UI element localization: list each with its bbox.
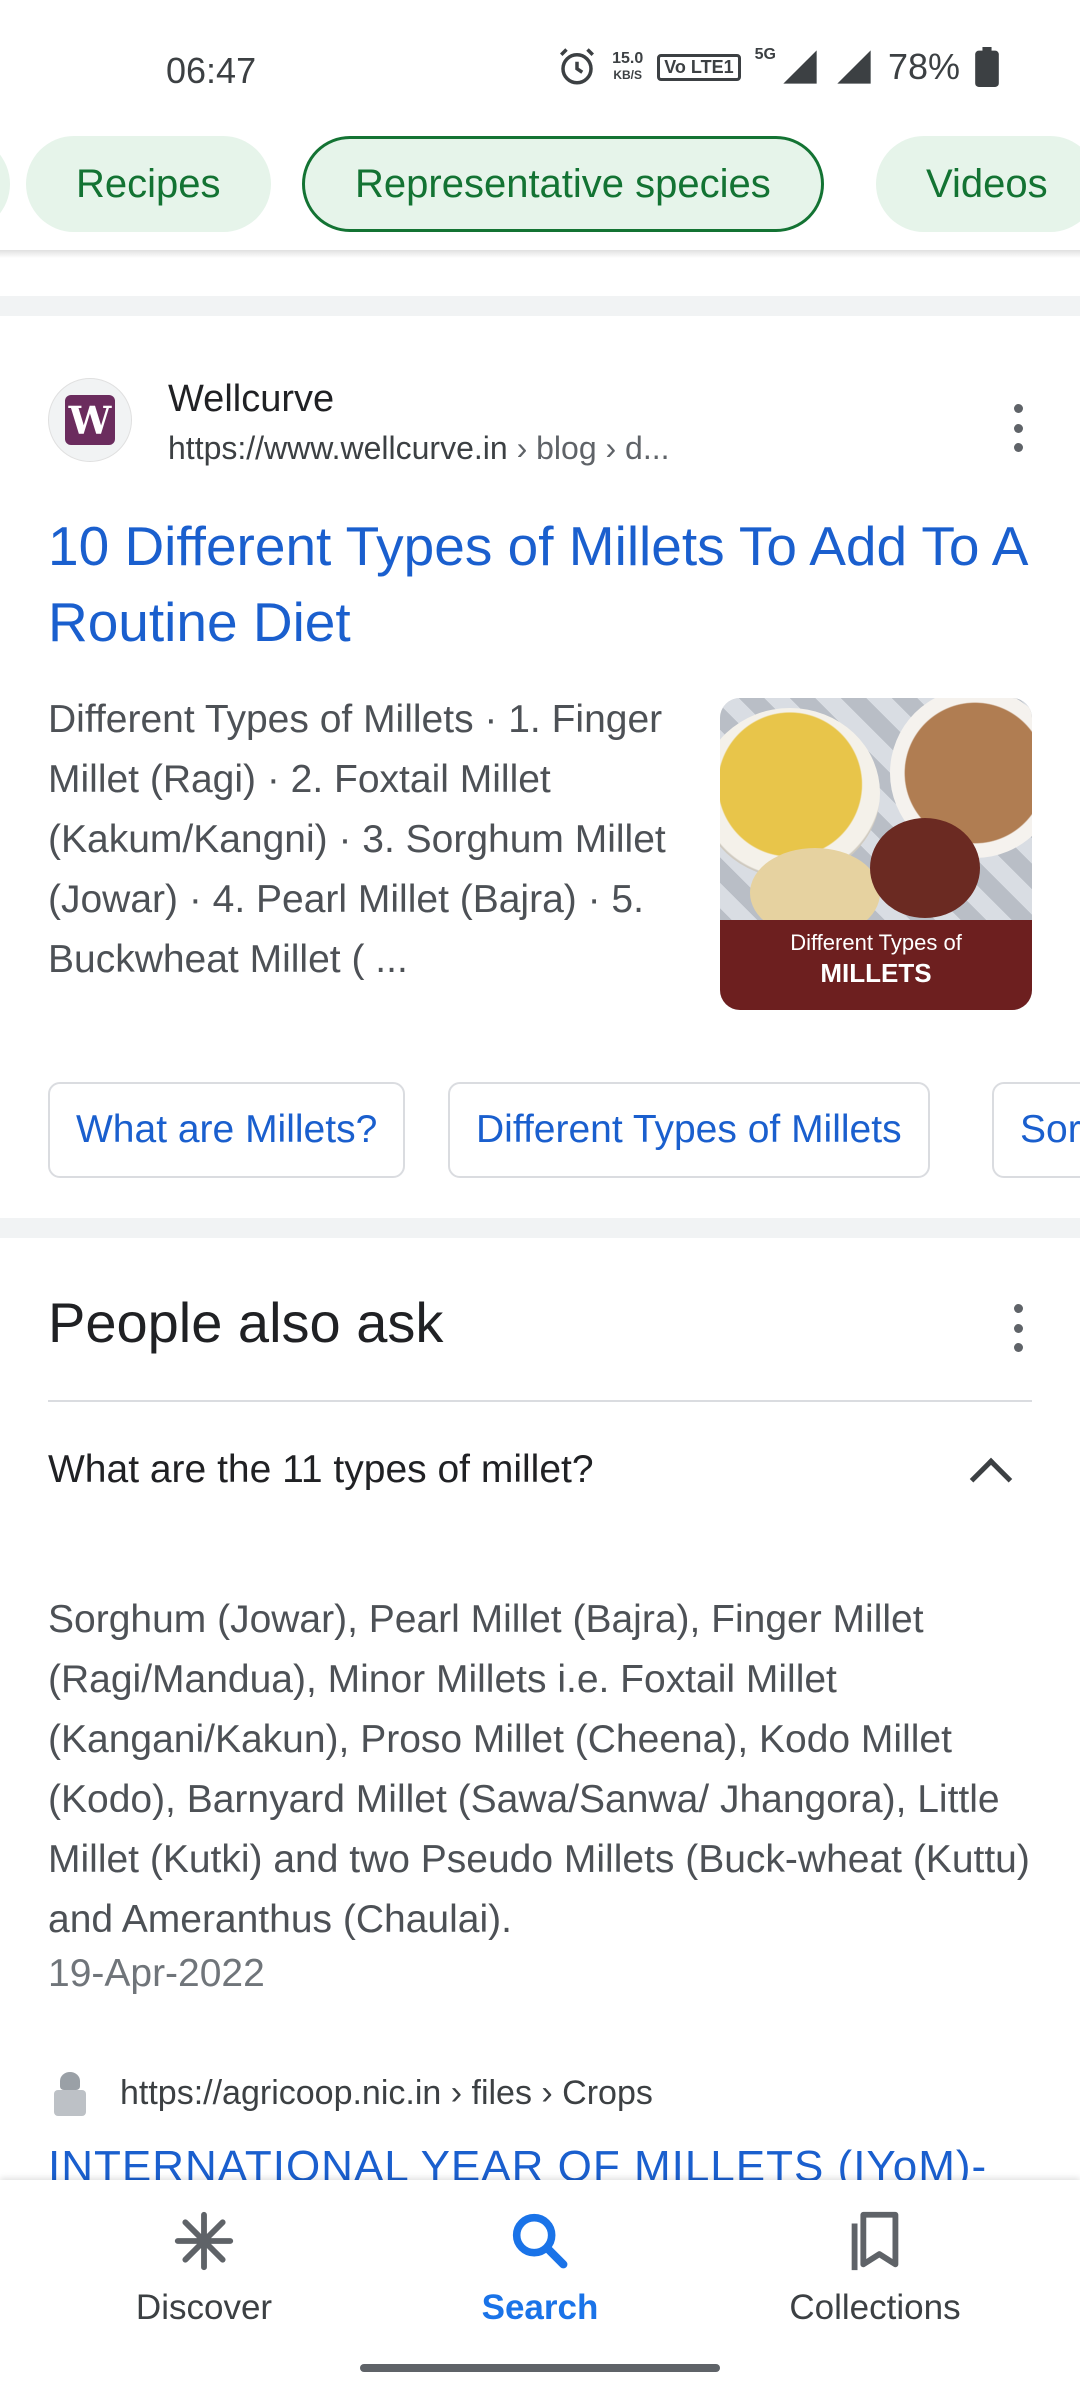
- site-url: https://www.wellcurve.in › blog › d...: [168, 430, 670, 467]
- chips-shadow: [0, 250, 1080, 258]
- site-url-breadcrumb: › blog › d...: [507, 430, 670, 466]
- net-speed-value: 15.0: [612, 50, 644, 67]
- status-time: 06:47: [166, 50, 257, 91]
- paa-answer-date: 19-Apr-2022: [48, 1952, 265, 1995]
- sitelink-partial[interactable]: Sor: [992, 1082, 1080, 1178]
- signal-icon-2: [837, 50, 871, 84]
- bookmarks-icon: [851, 2211, 899, 2271]
- chip-recipes[interactable]: Recipes: [26, 136, 271, 232]
- people-also-ask-heading: People also ask: [48, 1291, 444, 1354]
- paa-answer: Sorghum (Jowar), Pearl Millet (Bajra), F…: [48, 1598, 1030, 1941]
- result-snippet: Different Types of Millets · 1. Finger M…: [48, 698, 666, 981]
- thumbnail-grain-heap-red: [870, 818, 980, 918]
- section-divider: [0, 296, 1080, 316]
- paa-more-options-icon[interactable]: [998, 1298, 1038, 1358]
- network-type: 5G: [754, 46, 776, 63]
- more-options-icon[interactable]: [998, 398, 1038, 458]
- result-source[interactable]: W Wellcurve https://www.wellcurve.in › b…: [48, 378, 1038, 468]
- favicon-letter: W: [65, 395, 115, 445]
- result-title-link[interactable]: 10 Different Types of Millets To Add To …: [48, 508, 1038, 660]
- sitelink-what-are-millets[interactable]: What are Millets?: [48, 1082, 406, 1178]
- paa-divider: [48, 1400, 1032, 1402]
- battery-icon: [975, 47, 999, 87]
- chip-representative-species[interactable]: Representative species: [302, 136, 824, 232]
- thumbnail-text-1: Different Types of: [790, 930, 962, 955]
- nav-discover[interactable]: Discover: [54, 2206, 354, 2328]
- thumbnail-banner: Different Types of MILLETS: [720, 920, 1032, 1010]
- site-url-domain: https://www.wellcurve.in: [168, 430, 508, 466]
- battery-percent: 78%: [887, 46, 960, 87]
- nav-collections[interactable]: Collections: [725, 2206, 1025, 2328]
- chip-videos[interactable]: Videos: [876, 136, 1080, 232]
- sitelink-different-types[interactable]: Different Types of Millets: [448, 1082, 930, 1178]
- net-speed: 15.0 KB/S: [612, 51, 643, 83]
- nav-search[interactable]: Search: [390, 2206, 690, 2328]
- thumbnail-text-2: MILLETS: [820, 958, 932, 988]
- paa-source-url: https://agricoop.nic.in › files › Crops: [120, 2074, 653, 2112]
- chevron-up-icon[interactable]: [969, 1457, 1013, 1501]
- filter-chips: Recipes Representative species Videos: [0, 134, 1080, 254]
- result-thumbnail[interactable]: Different Types of MILLETS: [720, 698, 1032, 1010]
- asterisk-icon: [174, 2211, 234, 2271]
- emblem-icon: [50, 2072, 90, 2120]
- status-icons: 15.0 KB/S Vo LTE1 5G 78%: [556, 46, 1000, 88]
- chip-partial[interactable]: [0, 136, 10, 232]
- nav-collections-label: Collections: [789, 2288, 961, 2327]
- nav-search-label: Search: [481, 2288, 599, 2327]
- search-icon: [512, 2213, 568, 2269]
- paa-source[interactable]: https://agricoop.nic.in › files › Crops: [48, 2070, 1038, 2126]
- nav-discover-label: Discover: [135, 2288, 273, 2327]
- site-name: Wellcurve: [168, 378, 335, 420]
- gesture-bar: [360, 2364, 720, 2372]
- net-speed-unit: KB/S: [613, 68, 643, 82]
- volte-badge: Vo LTE1: [657, 53, 741, 81]
- sitelinks-row: What are Millets? Different Types of Mil…: [48, 1082, 1080, 1182]
- signal-icon: [783, 50, 817, 84]
- paa-question[interactable]: What are the 11 types of millet?: [48, 1448, 594, 1492]
- status-bar: 06:47 15.0 KB/S Vo LTE1 5G 78%: [0, 0, 1080, 130]
- site-favicon: W: [48, 378, 132, 462]
- alarm-icon: [560, 48, 595, 85]
- section-divider-2: [0, 1218, 1080, 1238]
